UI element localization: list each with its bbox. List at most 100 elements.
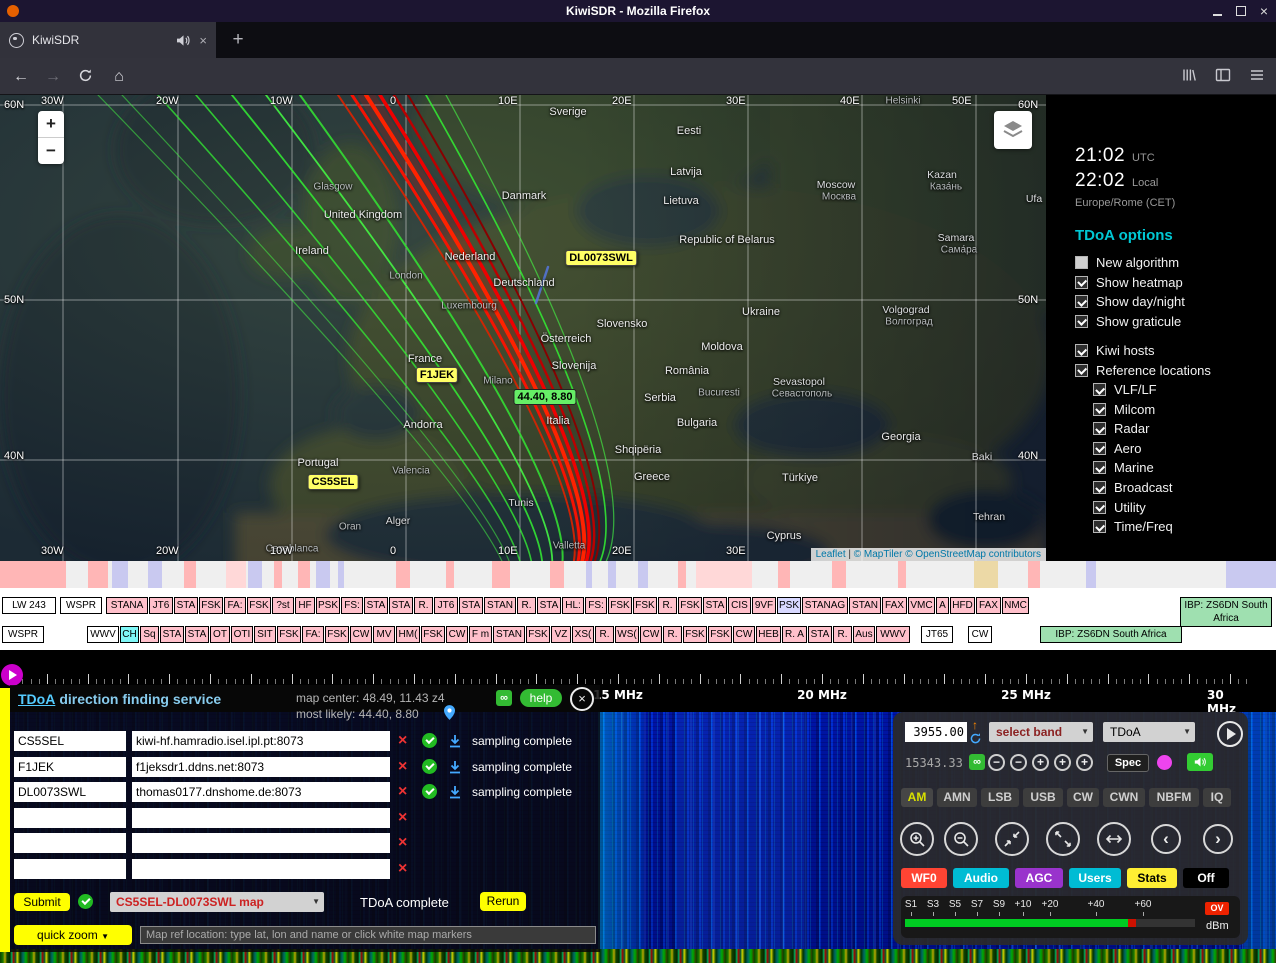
station-id-input[interactable] xyxy=(14,782,126,802)
option-utility[interactable]: Utility xyxy=(1093,500,1146,515)
band-label[interactable]: R. A xyxy=(782,626,807,643)
link-icon[interactable]: ∞ xyxy=(969,754,985,770)
panel-button-agc[interactable]: AGC xyxy=(1015,868,1063,888)
panel-resize-handle[interactable] xyxy=(0,688,10,952)
band-label[interactable]: PSK xyxy=(777,597,801,614)
band-label[interactable]: JT6 xyxy=(434,597,458,614)
station-host-input[interactable] xyxy=(132,731,390,751)
frequency-up-icon[interactable]: ↑ xyxy=(972,718,978,732)
band-segment[interactable] xyxy=(832,561,846,588)
option-kiwi-hosts[interactable]: Kiwi hosts xyxy=(1075,343,1155,358)
band-label[interactable]: OTI xyxy=(231,626,253,643)
band-segment[interactable] xyxy=(586,561,592,588)
band-label[interactable]: R. xyxy=(658,597,677,614)
band-label[interactable]: XS( xyxy=(572,626,594,643)
zoom-step-button[interactable]: + xyxy=(1076,754,1093,771)
map-zoom-in-button[interactable]: + xyxy=(38,111,64,137)
option-new-algorithm[interactable]: New algorithm xyxy=(1075,255,1179,270)
band-segment[interactable] xyxy=(112,561,128,588)
band-label[interactable]: SIT xyxy=(254,626,276,643)
magnify-plus-button[interactable] xyxy=(900,822,934,856)
band-segment[interactable] xyxy=(316,561,330,588)
home-button[interactable]: ⌂ xyxy=(106,65,132,89)
band-label[interactable]: VZ xyxy=(551,626,571,643)
band-label[interactable]: Aus xyxy=(853,626,875,643)
mode-usb[interactable]: USB xyxy=(1023,788,1063,807)
band-label[interactable]: STA xyxy=(364,597,388,614)
band-label[interactable]: FSK xyxy=(277,626,301,643)
band-label[interactable]: CW xyxy=(640,626,662,643)
mode-cwn[interactable]: CWN xyxy=(1103,788,1145,807)
mode-amn[interactable]: AMN xyxy=(937,788,977,807)
band-segment[interactable] xyxy=(778,561,790,588)
zoom-step-button[interactable]: − xyxy=(988,754,1005,771)
checkbox-icon[interactable] xyxy=(1075,256,1088,269)
band-segment[interactable] xyxy=(1086,561,1096,588)
station-host-input[interactable] xyxy=(132,833,390,853)
band-label[interactable]: FA: xyxy=(302,626,324,643)
band-label[interactable]: 9VF xyxy=(752,597,776,614)
tab-kiwisdr[interactable]: KiwiSDR × xyxy=(0,22,216,58)
band-segment[interactable] xyxy=(974,561,998,588)
option-marine[interactable]: Marine xyxy=(1093,460,1154,475)
band-segment[interactable] xyxy=(696,561,752,588)
band-label[interactable]: HEB xyxy=(756,626,781,643)
play-button[interactable] xyxy=(1217,721,1243,747)
station-host-input[interactable] xyxy=(132,859,390,879)
reload-button[interactable] xyxy=(72,67,98,91)
band-label[interactable]: JT65 xyxy=(921,626,953,643)
band-label[interactable]: FSK xyxy=(678,597,702,614)
station-marker-label[interactable]: CS5SEL xyxy=(308,474,359,490)
spec-button[interactable]: Spec xyxy=(1107,754,1149,772)
band-label[interactable]: STA xyxy=(160,626,184,643)
band-label[interactable]: WWV xyxy=(87,626,119,643)
option-broadcast[interactable]: Broadcast xyxy=(1093,480,1173,495)
option-vlf-lf[interactable]: VLF/LF xyxy=(1093,382,1157,397)
panel-button-off[interactable]: Off xyxy=(1183,868,1229,888)
band-segment[interactable] xyxy=(678,561,686,588)
band-label[interactable]: CIS xyxy=(728,597,751,614)
band-label[interactable]: ?st xyxy=(272,597,294,614)
band-label[interactable]: CH xyxy=(120,626,139,643)
panel-button-wf0[interactable]: WF0 xyxy=(901,868,947,888)
prev-button[interactable]: ‹ xyxy=(1151,824,1181,854)
band-segment[interactable] xyxy=(184,561,196,588)
band-label[interactable]: R. xyxy=(517,597,536,614)
checkbox-icon[interactable] xyxy=(1075,276,1088,289)
station-marker-label[interactable]: F1JEK xyxy=(416,367,458,383)
band-label[interactable]: R. xyxy=(414,597,433,614)
band-label[interactable]: FSK xyxy=(526,626,550,643)
minimize-button[interactable] xyxy=(1213,14,1222,16)
most-likely-label[interactable]: 44.40, 8.80 xyxy=(513,389,576,405)
new-tab-button[interactable]: + xyxy=(224,26,252,54)
option-time-freq[interactable]: Time/Freq xyxy=(1093,519,1173,534)
band-label[interactable]: STAN xyxy=(493,626,525,643)
option-aero[interactable]: Aero xyxy=(1093,441,1141,456)
band-label[interactable]: HL: xyxy=(562,597,584,614)
result-map-select[interactable]: CS5SEL-DL0073SWL map▼ xyxy=(110,892,324,912)
checkbox-icon[interactable] xyxy=(1093,422,1106,435)
band-label[interactable]: CW xyxy=(733,626,755,643)
band-label[interactable]: FSK xyxy=(325,626,349,643)
back-button[interactable]: ← xyxy=(8,65,34,89)
clear-row-icon[interactable]: × xyxy=(398,783,407,801)
band-label[interactable]: FS: xyxy=(585,597,607,614)
band-segment[interactable] xyxy=(492,561,510,588)
extension-select[interactable]: TDoA▼ xyxy=(1103,722,1195,742)
station-id-input[interactable] xyxy=(14,859,126,879)
mode-lsb[interactable]: LSB xyxy=(981,788,1019,807)
station-host-input[interactable] xyxy=(132,782,390,802)
band-label[interactable]: STA xyxy=(389,597,413,614)
band-label[interactable]: STANAG xyxy=(802,597,848,614)
panel-button-users[interactable]: Users xyxy=(1069,868,1121,888)
map-ref-input[interactable] xyxy=(140,926,596,944)
band-select[interactable]: select band▼ xyxy=(989,722,1093,742)
band-segment[interactable] xyxy=(338,561,344,588)
clear-row-icon[interactable]: × xyxy=(398,732,407,750)
band-segment[interactable] xyxy=(1028,561,1040,588)
band-label[interactable]: HM( xyxy=(396,626,420,643)
band-segment[interactable] xyxy=(274,561,282,588)
band-segment[interactable] xyxy=(0,561,66,588)
band-segment[interactable] xyxy=(898,561,906,588)
band-label[interactable]: FSK xyxy=(708,626,732,643)
